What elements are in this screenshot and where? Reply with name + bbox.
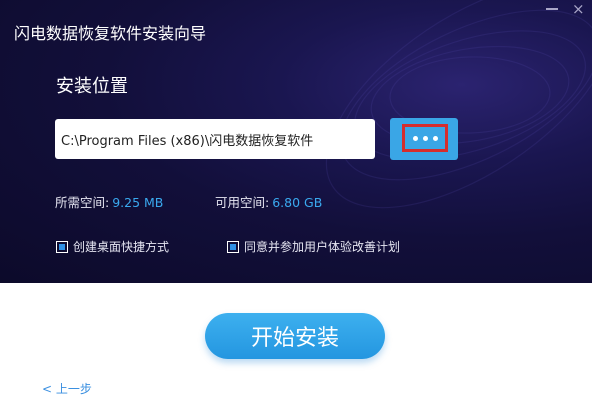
desktop-shortcut-label: 创建桌面快捷方式 <box>73 240 170 254</box>
header-panel: 闪电数据恢复软件安装向导 × 安装位置 所需空间:9.25 MB 可用空间:6.… <box>0 0 592 283</box>
available-space-label: 可用空间: <box>215 195 270 210</box>
ellipsis-icon <box>412 135 438 141</box>
install-path-input[interactable] <box>55 119 375 159</box>
start-install-button[interactable]: 开始安装 <box>205 313 385 359</box>
browse-button[interactable] <box>390 118 458 160</box>
available-space: 可用空间: 6.80 GB <box>215 192 322 211</box>
desktop-shortcut-option[interactable]: 创建桌面快捷方式 <box>56 238 169 255</box>
required-space: 所需空间: 9.25 MB <box>55 192 163 211</box>
close-icon[interactable]: × <box>572 2 585 17</box>
required-space-value: 9.25 MB <box>112 195 164 210</box>
ux-program-option[interactable]: 同意并参加用户体验改善计划 <box>227 238 400 255</box>
ux-program-checkbox[interactable] <box>227 240 239 253</box>
browse-highlight <box>402 124 448 152</box>
back-link[interactable]: < 上一步 <box>42 380 92 397</box>
window-title: 闪电数据恢复软件安装向导 <box>14 24 207 43</box>
available-space-value: 6.80 GB <box>272 195 323 210</box>
install-location-label: 安装位置 <box>56 76 128 97</box>
minimize-icon[interactable] <box>546 8 558 10</box>
required-space-label: 所需空间: <box>55 195 110 210</box>
desktop-shortcut-checkbox[interactable] <box>56 240 68 253</box>
ux-program-label: 同意并参加用户体验改善计划 <box>244 240 401 254</box>
installer-window: 闪电数据恢复软件安装向导 × 安装位置 所需空间:9.25 MB 可用空间:6.… <box>0 0 592 401</box>
